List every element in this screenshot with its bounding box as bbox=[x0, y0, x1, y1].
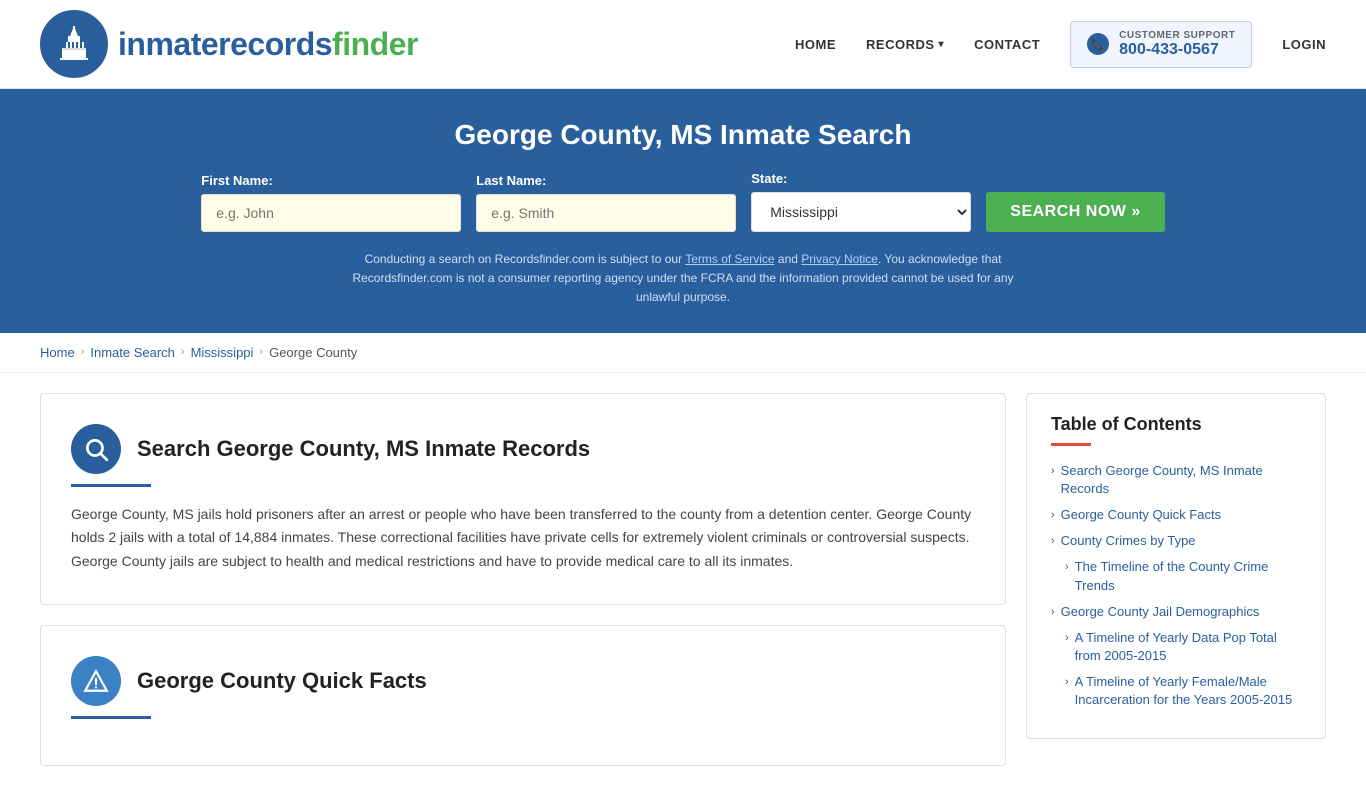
nav-records[interactable]: RECORDS ▾ bbox=[866, 37, 944, 52]
search-section-icon bbox=[71, 424, 121, 474]
hero-section: George County, MS Inmate Search First Na… bbox=[0, 89, 1366, 333]
state-group: State: Mississippi bbox=[751, 171, 971, 232]
toc-item-sub: › A Timeline of Yearly Female/Male Incar… bbox=[1051, 673, 1301, 709]
toc-link-yearly-data[interactable]: › A Timeline of Yearly Data Pop Total fr… bbox=[1065, 629, 1301, 665]
disclaimer-text: Conducting a search on Recordsfinder.com… bbox=[333, 250, 1033, 308]
toc-link-crimes-type[interactable]: › County Crimes by Type bbox=[1051, 532, 1301, 550]
customer-support-box: 📞 CUSTOMER SUPPORT 800-433-0567 bbox=[1070, 21, 1252, 68]
logo-text: inmaterecordsfinder bbox=[118, 26, 418, 63]
search-records-card: Search George County, MS Inmate Records … bbox=[40, 393, 1006, 605]
logo-area: inmaterecordsfinder bbox=[40, 10, 418, 78]
toc-item: › County Crimes by Type bbox=[1051, 532, 1301, 550]
quick-facts-title: George County Quick Facts bbox=[137, 668, 427, 694]
breadcrumb: Home › Inmate Search › Mississippi › Geo… bbox=[0, 333, 1366, 373]
toc-link-demographics[interactable]: › George County Jail Demographics bbox=[1051, 603, 1301, 621]
chevron-right-icon: › bbox=[1065, 675, 1069, 690]
last-name-input[interactable] bbox=[476, 194, 736, 232]
chevron-right-icon: › bbox=[1065, 560, 1069, 575]
main-content: Search George County, MS Inmate Records … bbox=[0, 373, 1366, 806]
first-name-input[interactable] bbox=[201, 194, 461, 232]
search-section-title: Search George County, MS Inmate Records bbox=[137, 436, 590, 462]
breadcrumb-home[interactable]: Home bbox=[40, 345, 75, 360]
search-section-underline bbox=[71, 484, 151, 487]
state-label: State: bbox=[751, 171, 787, 186]
quick-facts-underline bbox=[71, 716, 151, 719]
toc-item: › Search George County, MS Inmate Record… bbox=[1051, 462, 1301, 498]
toc-link-timeline-trends[interactable]: › The Timeline of the County Crime Trend… bbox=[1065, 558, 1301, 594]
warning-icon bbox=[83, 668, 109, 694]
toc-item-sub: › A Timeline of Yearly Data Pop Total fr… bbox=[1051, 629, 1301, 665]
chevron-down-icon: ▾ bbox=[939, 39, 945, 50]
chevron-right-icon: › bbox=[1051, 605, 1055, 620]
privacy-link[interactable]: Privacy Notice bbox=[801, 252, 878, 266]
page-title: George County, MS Inmate Search bbox=[40, 119, 1326, 151]
toc-link-search[interactable]: › Search George County, MS Inmate Record… bbox=[1051, 462, 1301, 498]
breadcrumb-sep-2: › bbox=[181, 346, 185, 358]
logo-icon bbox=[40, 10, 108, 78]
first-name-label: First Name: bbox=[201, 173, 273, 188]
toc-item: › George County Jail Demographics bbox=[1051, 603, 1301, 621]
search-section-header: Search George County, MS Inmate Records bbox=[71, 424, 975, 474]
toc-item: › George County Quick Facts bbox=[1051, 506, 1301, 524]
main-nav: HOME RECORDS ▾ CONTACT 📞 CUSTOMER SUPPOR… bbox=[795, 21, 1326, 68]
search-button[interactable]: SEARCH NOW » bbox=[986, 192, 1164, 232]
toc-title: Table of Contents bbox=[1051, 414, 1301, 435]
support-label: CUSTOMER SUPPORT bbox=[1119, 30, 1235, 41]
content-left: Search George County, MS Inmate Records … bbox=[40, 393, 1006, 786]
magnifier-icon bbox=[83, 436, 109, 462]
quick-facts-icon bbox=[71, 656, 121, 706]
phone-icon: 📞 bbox=[1087, 33, 1109, 55]
site-header: inmaterecordsfinder HOME RECORDS ▾ CONTA… bbox=[0, 0, 1366, 89]
breadcrumb-inmate-search[interactable]: Inmate Search bbox=[90, 345, 175, 360]
quick-facts-card: George County Quick Facts bbox=[40, 625, 1006, 766]
breadcrumb-sep-3: › bbox=[259, 346, 263, 358]
chevron-right-icon: › bbox=[1051, 508, 1055, 523]
toc-list: › Search George County, MS Inmate Record… bbox=[1051, 462, 1301, 710]
sidebar: Table of Contents › Search George County… bbox=[1026, 393, 1326, 786]
chevron-right-icon: › bbox=[1051, 534, 1055, 549]
nav-login[interactable]: LOGIN bbox=[1282, 37, 1326, 52]
terms-link[interactable]: Terms of Service bbox=[685, 252, 774, 266]
search-form: First Name: Last Name: State: Mississipp… bbox=[40, 171, 1326, 232]
breadcrumb-state[interactable]: Mississippi bbox=[191, 345, 254, 360]
toc-card: Table of Contents › Search George County… bbox=[1026, 393, 1326, 739]
search-section-body: George County, MS jails hold prisoners a… bbox=[71, 503, 975, 574]
chevron-right-icon: › bbox=[1051, 464, 1055, 479]
nav-home[interactable]: HOME bbox=[795, 37, 836, 52]
toc-link-female-male[interactable]: › A Timeline of Yearly Female/Male Incar… bbox=[1065, 673, 1301, 709]
breadcrumb-sep-1: › bbox=[81, 346, 85, 358]
last-name-label: Last Name: bbox=[476, 173, 546, 188]
breadcrumb-current: George County bbox=[269, 345, 357, 360]
nav-contact[interactable]: CONTACT bbox=[974, 37, 1040, 52]
first-name-group: First Name: bbox=[201, 173, 461, 232]
toc-item-sub: › The Timeline of the County Crime Trend… bbox=[1051, 558, 1301, 594]
last-name-group: Last Name: bbox=[476, 173, 736, 232]
toc-underline bbox=[1051, 443, 1091, 446]
state-select[interactable]: Mississippi bbox=[751, 192, 971, 232]
toc-link-quick-facts[interactable]: › George County Quick Facts bbox=[1051, 506, 1301, 524]
quick-facts-header: George County Quick Facts bbox=[71, 656, 975, 706]
support-phone: 800-433-0567 bbox=[1119, 41, 1235, 59]
chevron-right-icon: › bbox=[1065, 631, 1069, 646]
